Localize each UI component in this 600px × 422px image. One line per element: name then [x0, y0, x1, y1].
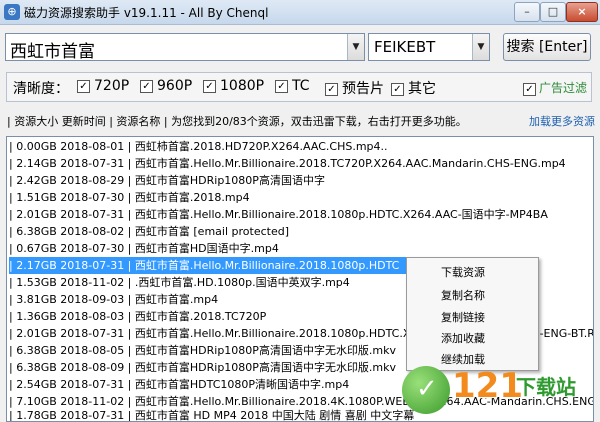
menu-item-copy-link[interactable]: 复制链接 — [441, 309, 485, 325]
menu-item-continue-loading[interactable]: 继续加载 — [441, 351, 485, 367]
minimize-button[interactable]: – — [514, 2, 540, 22]
checkbox-checked-icon[interactable]: ✓ — [391, 83, 404, 96]
list-item[interactable]: | 1.78GB 2018-07-31 | 西虹市首富 HD MP4 2018 … — [9, 407, 414, 421]
list-item-selected[interactable]: | 2.17GB 2018-07-31 | 西虹市首富.Hello.Mr.Bil… — [9, 257, 429, 274]
checkbox-checked-icon[interactable]: ✓ — [523, 83, 536, 96]
list-item[interactable]: | 1.51GB 2018-07-30 | 西虹市首富.2018.mp4 — [9, 189, 250, 206]
search-engine-combobox[interactable]: FEIKEBT ▼ — [368, 33, 490, 61]
maximize-button[interactable]: □ — [540, 2, 566, 22]
search-query-combobox[interactable]: 西虹市首富 ▼ — [5, 33, 365, 62]
ad-filter-checkbox[interactable]: ✓ 广告过滤 — [523, 79, 587, 96]
result-status-text: | 资源大小 更新时间 | 资源名称 | 为您找到20/83个资源，双击迅雷下载… — [7, 115, 467, 128]
list-item[interactable]: | 2.14GB 2018-07-31 | 西虹市首富.Hello.Mr.Bil… — [9, 155, 566, 172]
resolution-filter-bar: 清晰度： ✓ 720P ✓ 960P ✓ 1080P ✓ TC ✓ 预告片 ✓ 其它 ✓ 广告… — [6, 72, 592, 102]
list-item[interactable]: | 6.38GB 2018-08-02 | 西虹市首富 [email prote… — [9, 223, 289, 240]
filter-720p-checkbox[interactable]: ✓ 720P — [77, 78, 129, 94]
status-row: | 资源大小 更新时间 | 资源名称 | 为您找到20/83个资源，双击迅雷下载… — [7, 113, 595, 131]
list-item[interactable]: | 2.54GB 2018-07-31 | 西虹市首富HDTC1080P清晰国语… — [9, 376, 349, 393]
list-item[interactable]: | 1.53GB 2018-11-02 | .西虹市首富.HD.1080p.国语… — [9, 274, 350, 291]
checkbox-checked-icon[interactable]: ✓ — [275, 80, 288, 93]
resolution-label: 清晰度： — [13, 81, 69, 97]
search-button[interactable]: 搜索 [Enter] — [503, 33, 591, 61]
filter-1080p-checkbox[interactable]: ✓ 1080P — [203, 78, 264, 94]
filter-tc-checkbox[interactable]: ✓ TC — [275, 78, 310, 94]
chevron-down-icon[interactable]: ▼ — [472, 34, 489, 60]
list-item[interactable]: | 2.42GB 2018-08-29 | 西虹市首富HDRip1080P高清国… — [9, 172, 325, 189]
list-item[interactable]: | 3.81GB 2018-09-03 | 西虹市首富.mp4 — [9, 291, 218, 308]
list-item[interactable]: | 0.00GB 2018-08-01 | 西虹柿首富.2018.HD720P.… — [9, 138, 388, 155]
filter-960p-checkbox[interactable]: ✓ 960P — [140, 78, 192, 94]
checkbox-checked-icon[interactable]: ✓ — [140, 80, 153, 93]
watermark-logo-icon: ✓ — [402, 366, 450, 414]
checkbox-checked-icon[interactable]: ✓ — [77, 80, 90, 93]
list-item[interactable]: | 1.36GB 2018-08-03 | 西虹市首富.2018.TC720P — [9, 308, 266, 325]
list-item[interactable]: | 6.38GB 2018-08-09 | 西虹市首富HDRip1080P高清国… — [9, 359, 396, 376]
checkbox-checked-icon[interactable]: ✓ — [325, 83, 338, 96]
menu-item-download[interactable]: 下载资源 — [441, 264, 485, 280]
checkbox-checked-icon[interactable]: ✓ — [203, 80, 216, 93]
title-bar: ⊕ 磁力资源搜索助手 v19.1.11 - All By Chenql – □ … — [0, 0, 600, 25]
menu-item-add-favorite[interactable]: 添加收藏 — [441, 330, 485, 346]
menu-item-copy-name[interactable]: 复制名称 — [441, 287, 485, 303]
watermark-number: 121 — [452, 366, 523, 406]
watermark-name: 下载站 — [516, 375, 576, 399]
search-engine-value[interactable]: FEIKEBT — [374, 38, 435, 56]
context-menu: 下载资源 复制名称 复制链接 添加收藏 继续加载 — [406, 257, 539, 371]
list-item[interactable]: | 6.38GB 2018-08-05 | 西虹市首富HDRip1080P高清国… — [9, 342, 396, 359]
list-item[interactable]: | 2.01GB 2018-07-31 | 西虹市首富.Hello.Mr.Bil… — [9, 206, 548, 223]
filter-other-checkbox[interactable]: ✓ 其它 — [391, 78, 436, 98]
chevron-down-icon[interactable]: ▼ — [347, 34, 364, 60]
filter-trailer-checkbox[interactable]: ✓ 预告片 — [325, 78, 384, 98]
search-query-value[interactable]: 西虹市首富 — [10, 37, 95, 62]
app-icon: ⊕ — [4, 4, 20, 20]
list-item[interactable]: | 0.67GB 2018-07-30 | 西虹市首富HD国语中字.mp4 — [9, 240, 279, 257]
window-title: 磁力资源搜索助手 v19.1.11 - All By Chenql — [24, 6, 269, 20]
close-button[interactable]: × — [566, 2, 598, 22]
load-more-link[interactable]: 加载更多资源 — [529, 113, 595, 129]
